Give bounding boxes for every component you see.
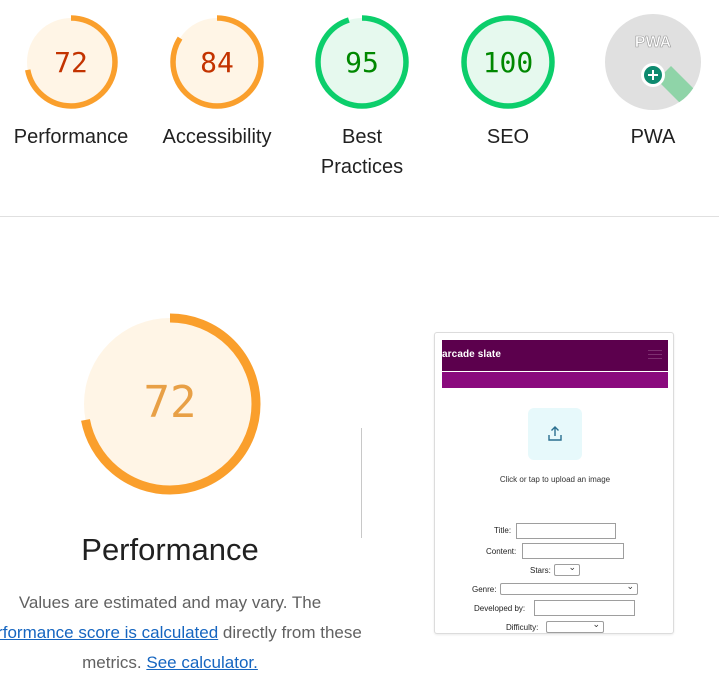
see-calculator-link[interactable]: See calculator. xyxy=(146,653,258,672)
thumb-stars-label: Stars: xyxy=(530,566,551,575)
thumb-stars-select xyxy=(554,562,580,576)
thumb-content-label: Content: xyxy=(486,547,517,556)
upload-icon xyxy=(548,426,562,441)
section-divider xyxy=(0,216,719,217)
final-screenshot-thumbnail[interactable]: arcade slate Click or tap to upload an i… xyxy=(434,332,674,634)
category-gauges: 72 Performance 84 Accessibility 95 Best … xyxy=(0,0,719,216)
hamburger-icon xyxy=(648,350,662,360)
gauge-ring: 95 xyxy=(315,15,409,109)
gauge-score: 100 xyxy=(483,46,534,79)
gauge-ring: 72 xyxy=(79,313,261,495)
gauge-pwa[interactable]: PWA PWA xyxy=(583,14,719,152)
thumb-developer-field xyxy=(534,600,635,616)
performance-title: Performance xyxy=(81,532,259,567)
gauge-score: 84 xyxy=(200,46,234,79)
gauge-score: 95 xyxy=(345,46,379,79)
thumb-brand: arcade slate xyxy=(442,349,502,360)
pwa-badge: PWA xyxy=(605,14,701,110)
performance-description: Values are estimated and may vary. The p… xyxy=(0,588,370,678)
pwa-badge-text: PWA xyxy=(635,34,672,51)
gauge-ring: 84 xyxy=(170,15,264,109)
gauge-label: Best Practices xyxy=(320,126,404,178)
gauge-ring: 72 xyxy=(24,15,118,109)
screenshot-content: arcade slate Click or tap to upload an i… xyxy=(442,340,668,633)
desc-text: Values are estimated and may vary. The xyxy=(18,593,322,612)
thumb-genre-label: Genre: xyxy=(472,585,497,594)
thumb-content-field xyxy=(522,543,624,559)
performance-score: 72 xyxy=(144,377,197,428)
vertical-divider xyxy=(361,428,362,538)
gauge-label: Accessibility xyxy=(162,126,272,148)
gauge-performance[interactable]: 72 Performance xyxy=(1,14,141,152)
gauge-best-practices[interactable]: 95 Best Practices xyxy=(292,14,432,182)
thumb-title-field xyxy=(516,523,616,539)
thumb-developer-label: Developed by: xyxy=(474,604,526,613)
score-calculation-link[interactable]: performance score is calculated xyxy=(0,623,218,642)
gauge-score: 72 xyxy=(54,46,88,79)
gauge-accessibility[interactable]: 84 Accessibility xyxy=(147,14,287,152)
thumb-upload-text: Click or tap to upload an image xyxy=(499,475,611,484)
gauge-label: Performance xyxy=(13,126,129,148)
gauge-seo[interactable]: 100 SEO xyxy=(438,14,578,152)
thumb-difficulty-label: Difficulty: xyxy=(506,623,539,632)
thumb-subbar xyxy=(442,372,668,388)
plus-circle-icon xyxy=(641,63,665,87)
gauge-ring: 100 xyxy=(461,15,555,109)
thumb-difficulty-select xyxy=(546,619,604,633)
thumb-upload-box xyxy=(528,408,582,460)
thumb-genre-select xyxy=(500,581,638,595)
gauge-label: PWA xyxy=(630,126,676,148)
performance-gauge-large: 72 xyxy=(79,313,261,500)
thumb-title-label: Title: xyxy=(494,526,512,535)
thumb-navbar: arcade slate xyxy=(442,340,668,371)
gauge-label: SEO xyxy=(486,126,530,148)
